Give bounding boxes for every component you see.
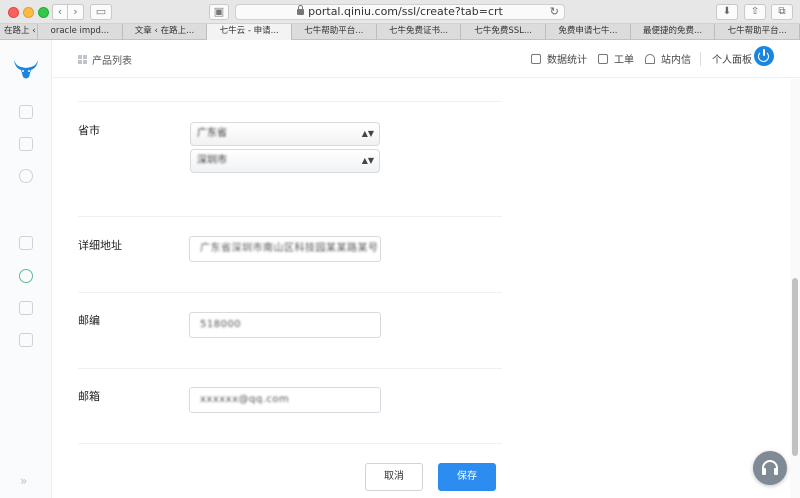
ticket-link[interactable]: 工单 — [598, 51, 634, 66]
form-divider — [78, 443, 502, 444]
browser-tab[interactable]: 七牛免费证书... — [377, 24, 462, 40]
zoom-window-button[interactable] — [38, 7, 49, 18]
tabs-icon: ⧉ — [778, 6, 786, 17]
product-list-link[interactable]: 产品列表 — [78, 52, 132, 67]
browser-tab[interactable]: 最便捷的免费... — [631, 24, 716, 40]
cancel-button[interactable]: 取消 — [365, 463, 423, 491]
save-button[interactable]: 保存 — [438, 463, 496, 491]
headset-left-icon — [762, 468, 766, 475]
storage-icon[interactable] — [19, 236, 33, 250]
chart-icon — [531, 53, 541, 64]
browser-tab-active[interactable]: 七牛云 - 申请... — [207, 24, 293, 40]
scrollbar-thumb[interactable] — [792, 278, 798, 456]
url-text: portal.qiniu.com/ssl/create?tab=crt — [308, 5, 503, 18]
ticket-label: 工单 — [614, 55, 634, 66]
city-select[interactable]: 深圳市 ▲▼ — [190, 149, 380, 173]
browser-tab[interactable]: 七牛免费SSL... — [461, 24, 547, 40]
address-value: 广东省深圳市南山区科技园某某路某号 — [200, 243, 379, 254]
email-input[interactable]: xxxxxx@qq.com — [189, 387, 381, 413]
share-button[interactable]: ⇧ — [744, 4, 766, 20]
minimize-window-button[interactable] — [23, 7, 34, 18]
province-city-label: 省市 — [78, 124, 100, 137]
sidebar-icon: ▭ — [95, 5, 107, 18]
select-arrows-icon: ▲▼ — [361, 129, 374, 138]
dashboard-icon[interactable] — [19, 105, 33, 119]
browser-toolbar: ‹ › ▭ ▣ portal.qiniu.com/ssl/create?tab=… — [0, 0, 800, 24]
chip-icon[interactable] — [19, 301, 33, 315]
cdn-icon[interactable] — [19, 137, 33, 151]
reader-icon: ▣ — [213, 5, 225, 18]
back-button[interactable]: ‹ — [52, 4, 68, 20]
personal-panel-label: 个人面板 — [712, 55, 752, 66]
form-divider — [78, 101, 502, 102]
email-label: 邮箱 — [78, 390, 100, 403]
sidebar-toggle-button[interactable]: ▭ — [90, 4, 112, 20]
app-sidebar: » — [0, 40, 52, 498]
browser-tab[interactable]: 在路上 ‹ — [0, 24, 38, 40]
address-label: 详细地址 — [78, 239, 122, 252]
form-divider — [78, 368, 502, 369]
clipboard-icon — [598, 53, 608, 64]
power-icon[interactable] — [754, 46, 774, 66]
customer-service-button[interactable] — [753, 451, 787, 485]
globe-icon[interactable] — [19, 269, 33, 283]
headset-right-icon — [774, 468, 778, 475]
province-value: 广东省 — [197, 128, 227, 139]
stats-link[interactable]: 数据统计 — [531, 51, 587, 66]
browser-tab[interactable]: 七牛帮助平台... — [715, 24, 800, 40]
chevron-left-icon: ‹ — [57, 5, 63, 18]
city-value: 深圳市 — [197, 155, 227, 166]
qiniu-logo-icon[interactable] — [12, 58, 40, 80]
downloads-button[interactable]: ⬇ — [716, 4, 738, 20]
messages-label: 站内信 — [661, 55, 691, 66]
browser-tab[interactable]: 七牛帮助平台... — [292, 24, 377, 40]
messages-link[interactable]: 站内信 — [645, 51, 691, 66]
close-window-button[interactable] — [8, 7, 19, 18]
select-arrows-icon: ▲▼ — [361, 156, 374, 165]
form-divider — [78, 216, 502, 217]
email-value: xxxxxx@qq.com — [200, 394, 290, 405]
personal-panel-link[interactable]: 个人面板 — [712, 51, 752, 66]
lock-icon — [297, 5, 305, 15]
video-icon[interactable] — [19, 333, 33, 347]
chevron-right-icon: › — [73, 5, 78, 18]
postcode-value: 518000 — [200, 319, 242, 330]
browser-tab[interactable]: 免费申请七牛... — [546, 24, 631, 40]
product-list-label: 产品列表 — [92, 56, 132, 67]
certificate-form: 省市 广东省 ▲▼ 深圳市 ▲▼ 详细地址 广东省深圳市南山区科技园某某路某号 … — [52, 79, 800, 498]
reader-button[interactable]: ▣ — [209, 4, 229, 20]
bell-icon — [645, 53, 655, 64]
tab-strip: 在路上 ‹ oracle impd... 文章 ‹ 在路上... 七牛云 - 申… — [0, 24, 800, 40]
reload-icon[interactable]: ↻ — [550, 5, 559, 19]
address-bar[interactable]: portal.qiniu.com/ssl/create?tab=crt ↻ — [235, 4, 565, 20]
stats-label: 数据统计 — [547, 55, 587, 66]
grid-icon — [78, 55, 87, 64]
download-icon: ⬇ — [722, 6, 732, 17]
app-header: 产品列表 数据统计 工单 站内信 个人面板 — [52, 40, 800, 78]
expand-sidebar-icon[interactable]: » — [20, 474, 27, 488]
address-input[interactable]: 广东省深圳市南山区科技园某某路某号 — [189, 236, 381, 262]
form-divider — [78, 292, 502, 293]
tab-overview-button[interactable]: ⧉ — [771, 4, 793, 20]
postcode-input[interactable]: 518000 — [189, 312, 381, 338]
share-icon: ⇧ — [750, 6, 760, 17]
browser-tab[interactable]: 文章 ‹ 在路上... — [123, 24, 208, 40]
header-divider — [700, 52, 701, 66]
browser-tab[interactable]: oracle impd... — [38, 24, 123, 40]
media-icon[interactable] — [19, 169, 33, 183]
postcode-label: 邮编 — [78, 314, 100, 327]
province-select[interactable]: 广东省 ▲▼ — [190, 122, 380, 146]
forward-button[interactable]: › — [68, 4, 84, 20]
